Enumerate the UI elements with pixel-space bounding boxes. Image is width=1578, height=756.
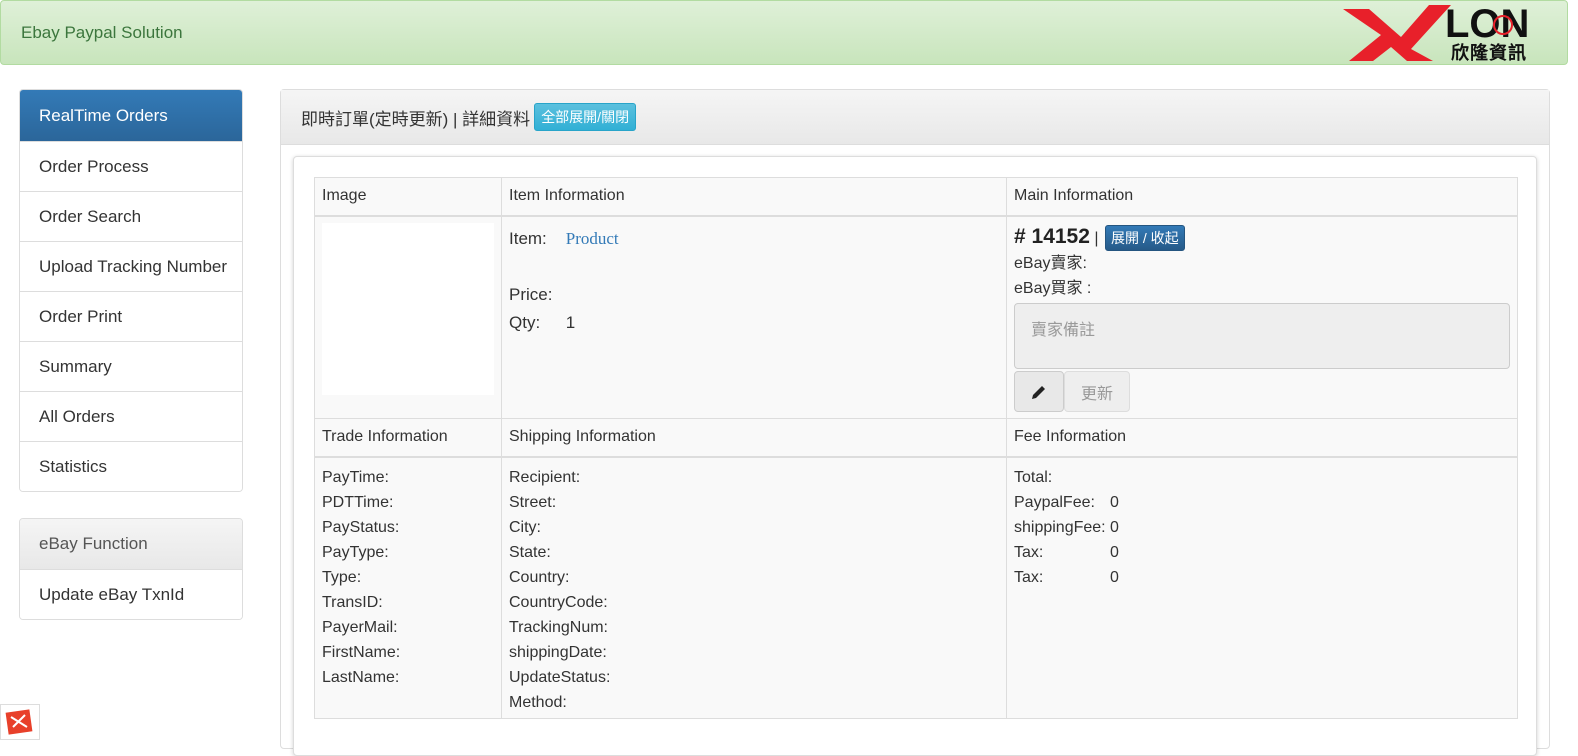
pencil-icon	[1032, 385, 1045, 399]
order-card: Image Item Information Main Information …	[293, 156, 1537, 756]
order-separator: |	[1094, 229, 1099, 247]
company-logo: LON 欣隆資訊	[1341, 1, 1541, 65]
header-image: Image	[314, 177, 502, 217]
panel-heading: 即時訂單(定時更新) | 詳細資料 全部展開/關閉	[281, 90, 1549, 145]
panel-title: 即時訂單(定時更新) | 詳細資料	[301, 109, 531, 129]
sidebar-item-summary[interactable]: Summary	[20, 341, 242, 391]
main-info-cell: # 14152 | 展開 / 收起 eBay賣家: eBay買家 : 賣家備註	[1006, 215, 1518, 419]
seller-note-textarea[interactable]: 賣家備註	[1014, 303, 1510, 370]
trade-field: PayerMail:	[322, 618, 398, 636]
shipping-field: UpdateStatus:	[509, 668, 611, 686]
seller-label: eBay賣家:	[1014, 255, 1087, 273]
header-item-information: Item Information	[501, 177, 1007, 217]
toggle-all-button[interactable]: 全部展開/關閉	[534, 103, 637, 131]
expand-collapse-button[interactable]: 展開 / 收起	[1104, 225, 1185, 252]
trade-field: PDTTime:	[322, 493, 394, 511]
edit-note-button[interactable]	[1014, 371, 1064, 413]
shipping-field: shippingDate:	[509, 643, 607, 661]
trade-field: PayTime:	[322, 468, 389, 486]
sidebar-item-order-process[interactable]: Order Process	[20, 141, 242, 191]
sidebar-item-realtime-orders[interactable]: RealTime Orders	[20, 90, 242, 141]
brand-title[interactable]: Ebay Paypal Solution	[21, 23, 183, 43]
fee-value: 0	[1110, 518, 1119, 536]
trade-field: PayStatus:	[322, 518, 400, 536]
ebay-nav: eBay Function Update eBay TxnId	[19, 518, 243, 620]
qty-value: 1	[565, 312, 576, 332]
main-nav: RealTime Orders Order Process Order Sear…	[19, 89, 243, 492]
shipping-field: CountryCode:	[509, 593, 608, 611]
item-info-cell: Item: Product Price: Qty: 1	[501, 215, 1007, 419]
shipping-field: Country:	[509, 568, 570, 586]
logo-subtitle: 欣隆資訊	[1451, 43, 1527, 63]
buyer-label: eBay買家 :	[1014, 280, 1092, 298]
order-table: Image Item Information Main Information …	[314, 177, 1518, 719]
fee-label: shippingFee:	[1014, 518, 1106, 536]
shipping-info-cell: Recipient: Street: City: State: Country:…	[501, 456, 1007, 719]
trade-field: LastName:	[322, 668, 400, 686]
header-shipping-information: Shipping Information	[501, 418, 1007, 458]
fee-label: Tax:	[1014, 543, 1044, 561]
fee-label: PaypalFee:	[1014, 493, 1095, 511]
sidebar-item-all-orders[interactable]: All Orders	[20, 391, 242, 441]
orders-panel: 即時訂單(定時更新) | 詳細資料 全部展開/關閉 Image Item Inf…	[280, 89, 1550, 756]
fee-value: 0	[1110, 568, 1119, 586]
trade-field: Type:	[322, 568, 362, 586]
shipping-field: Recipient:	[509, 468, 581, 486]
trade-field: PayType:	[322, 543, 389, 561]
trade-field: TransID:	[322, 593, 383, 611]
top-navbar: Ebay Paypal Solution LON 欣隆資訊	[0, 0, 1568, 65]
corner-app-icon	[5, 709, 33, 735]
sidebar-item-order-print[interactable]: Order Print	[20, 291, 242, 341]
laravel-debug-icon[interactable]	[0, 704, 40, 740]
fee-value: 0	[1110, 493, 1119, 511]
shipping-field: State:	[509, 543, 551, 561]
fee-label: Total:	[1014, 468, 1053, 486]
fee-label: Tax:	[1014, 568, 1044, 586]
sidebar-item-update-ebay-txnid[interactable]: Update eBay TxnId	[20, 569, 242, 619]
shipping-field: Method:	[509, 693, 567, 711]
sidebar: RealTime Orders Order Process Order Sear…	[19, 89, 243, 620]
shipping-field: City:	[509, 518, 541, 536]
shipping-field: Street:	[509, 493, 557, 511]
fee-value: 0	[1110, 543, 1119, 561]
sidebar-item-statistics[interactable]: Statistics	[20, 441, 242, 491]
item-label: Item:	[509, 228, 547, 248]
sidebar-item-upload-tracking[interactable]: Upload Tracking Number	[20, 241, 242, 291]
trade-field: FirstName:	[322, 643, 401, 661]
product-image	[322, 222, 494, 395]
header-fee-information: Fee Information	[1006, 418, 1518, 458]
product-link[interactable]: Product	[566, 229, 619, 248]
qty-label: Qty:	[509, 312, 541, 332]
ebay-function-heading: eBay Function	[20, 519, 242, 569]
fee-info-cell: Total: PaypalFee: 0 shippingFee: 0 Tax: 0 T…	[1006, 456, 1518, 719]
sidebar-item-order-search[interactable]: Order Search	[20, 191, 242, 241]
image-cell	[314, 215, 502, 419]
order-number: # 14152	[1014, 224, 1090, 248]
header-main-information: Main Information	[1006, 177, 1518, 217]
update-note-button[interactable]: 更新	[1064, 371, 1130, 413]
header-trade-information: Trade Information	[314, 418, 502, 458]
trade-info-cell: PayTime: PDTTime: PayStatus: PayType: Ty…	[314, 456, 502, 719]
price-label: Price:	[509, 284, 553, 304]
shipping-field: TrackingNum:	[509, 618, 608, 636]
